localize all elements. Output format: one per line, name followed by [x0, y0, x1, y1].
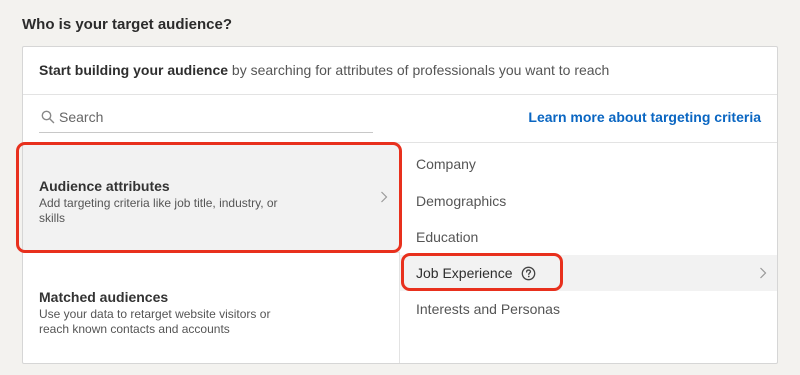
category-list: Audience attributes Add targeting criter…	[23, 143, 400, 363]
audience-card: Start building your audience by searchin…	[22, 46, 778, 364]
attribute-item-demographics[interactable]: Demographics	[400, 183, 777, 219]
attribute-item-job-experience[interactable]: Job Experience	[400, 255, 777, 291]
search-input[interactable]	[59, 105, 359, 129]
attribute-item-company[interactable]: Company	[400, 146, 777, 182]
section-title: Who is your target audience?	[22, 16, 233, 33]
attribute-label: Job Experience	[416, 265, 513, 281]
attribute-item-interests-personas[interactable]: Interests and Personas	[400, 291, 777, 327]
card-header-bold: Start building your audience	[39, 62, 229, 78]
attribute-label: Interests and Personas	[416, 301, 560, 317]
page: Who is your target audience? Start build…	[0, 0, 800, 375]
card-header-text: by searching for attributes of professio…	[228, 62, 610, 78]
category-matched-audiences[interactable]: Matched audiences Use your data to retar…	[23, 252, 400, 363]
search-icon	[41, 110, 55, 124]
learn-more-link[interactable]: Learn more about targeting criteria	[528, 109, 761, 125]
category-description: Use your data to retarget website visito…	[39, 307, 271, 336]
category-title: Matched audiences	[39, 289, 169, 305]
attribute-item-education[interactable]: Education	[400, 219, 777, 255]
chevron-right-icon	[760, 267, 767, 279]
attribute-list: Company Demographics Education Job Exper…	[400, 143, 777, 363]
search-field[interactable]	[39, 103, 373, 133]
attribute-label: Demographics	[416, 193, 507, 209]
attribute-label: Company	[416, 156, 476, 172]
help-circle-icon[interactable]	[521, 266, 536, 281]
category-title: Audience attributes	[39, 178, 170, 194]
chevron-right-icon	[381, 191, 388, 203]
card-header: Start building your audience by searchin…	[23, 47, 777, 95]
attribute-label: Education	[416, 229, 479, 245]
category-audience-attributes[interactable]: Audience attributes Add targeting criter…	[23, 143, 400, 252]
search-row: Learn more about targeting criteria	[23, 95, 777, 143]
category-description: Add targeting criteria like job title, i…	[39, 196, 278, 225]
